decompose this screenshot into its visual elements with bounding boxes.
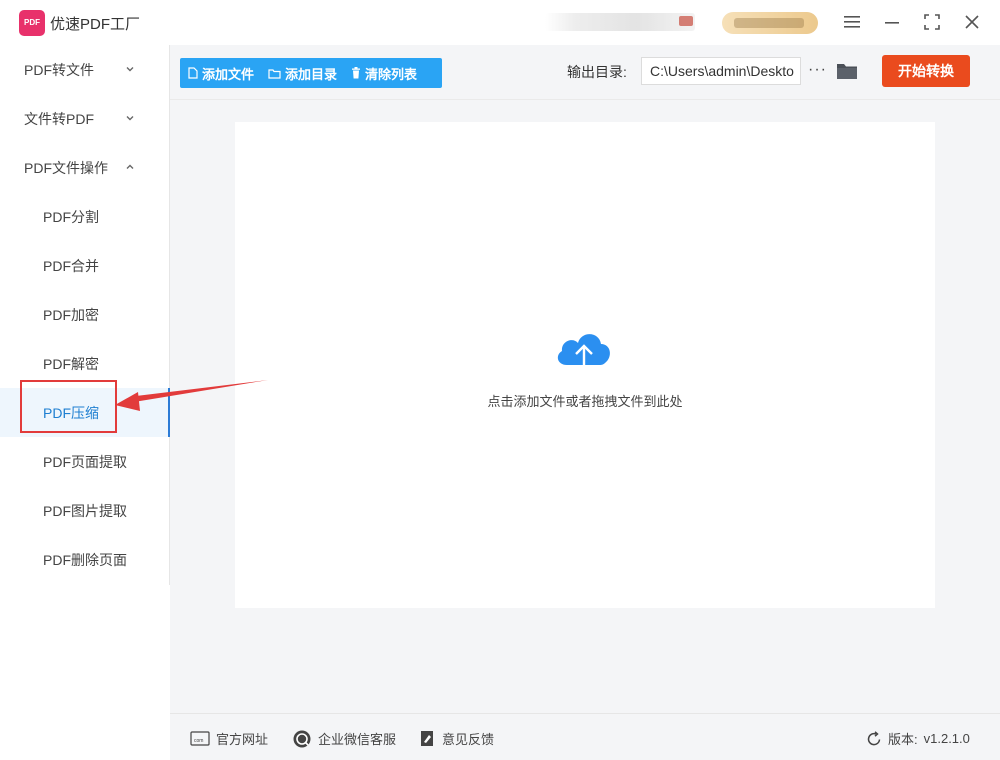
app-title: 优速PDF工厂 [50, 16, 141, 33]
feedback-icon [421, 731, 433, 746]
website-icon: com [190, 731, 210, 746]
sidebar: PDF转文件 文件转PDF PDF文件操作 PDF分割 PDF合并 PDF加密 … [0, 45, 170, 585]
minimize-icon[interactable] [880, 10, 904, 34]
sidebar-group-label: 文件转PDF [24, 110, 94, 127]
website-link[interactable]: com 官方网址 [190, 729, 268, 748]
add-folder-button[interactable]: 添加目录 [268, 58, 351, 88]
clear-list-button[interactable]: 清除列表 [351, 58, 431, 88]
start-convert-button[interactable]: 开始转换 [882, 55, 970, 87]
file-dropzone[interactable]: 点击添加文件或者拖拽文件到此处 [235, 122, 935, 608]
sidebar-item-pdf-page-extract[interactable]: PDF页面提取 [0, 437, 169, 486]
feedback-link[interactable]: 意见反馈 [420, 729, 494, 748]
file-icon [188, 67, 198, 79]
sidebar-item-label: PDF加密 [43, 306, 99, 323]
app-logo-icon: PDF [19, 10, 45, 36]
version-label: 版本: [888, 732, 918, 747]
close-icon[interactable] [960, 10, 984, 34]
sidebar-item-pdf-encrypt[interactable]: PDF加密 [0, 290, 169, 339]
menu-icon[interactable] [840, 10, 864, 34]
dropzone-hint: 点击添加文件或者拖拽文件到此处 [487, 394, 683, 409]
annotation-highlight-box [20, 380, 117, 433]
wechat-label: 企业微信客服 [318, 732, 397, 747]
browse-more-button[interactable]: ··· [808, 61, 827, 79]
add-file-label: 添加文件 [202, 66, 255, 82]
sidebar-item-pdf-delete-pages[interactable]: PDF删除页面 [0, 535, 169, 584]
footer: com 官方网址 企业微信客服 意见反馈 版本: v1.2.1.0 [170, 713, 1000, 760]
folder-outline-icon [268, 68, 281, 79]
version-info[interactable]: 版本: v1.2.1.0 [866, 729, 970, 748]
sidebar-item-label: PDF解密 [43, 355, 99, 372]
clear-list-label: 清除列表 [365, 66, 418, 82]
add-file-button[interactable]: 添加文件 [188, 58, 268, 88]
sidebar-group-file-to-pdf[interactable]: 文件转PDF [0, 94, 169, 143]
folder-icon[interactable] [836, 62, 858, 85]
trash-icon [352, 67, 361, 79]
output-dir-input[interactable]: C:\Users\admin\Deskto [641, 57, 801, 85]
maximize-icon[interactable] [920, 10, 944, 34]
sidebar-item-pdf-split[interactable]: PDF分割 [0, 192, 169, 241]
sidebar-group-pdf-to-file[interactable]: PDF转文件 [0, 45, 169, 94]
sidebar-item-label: PDF分割 [43, 208, 99, 225]
refresh-icon [867, 730, 881, 745]
sidebar-item-label: PDF图片提取 [43, 502, 127, 519]
website-label: 官方网址 [216, 732, 269, 747]
sidebar-item-label: PDF删除页面 [43, 551, 127, 568]
version-number: v1.2.1.0 [923, 731, 970, 746]
chevron-up-icon [126, 164, 134, 169]
chevron-down-icon [126, 116, 134, 121]
main-panel: 添加文件 添加目录 清除列表 输出目录: C:\Users\admin\Desk… [170, 45, 1000, 715]
add-folder-label: 添加目录 [285, 66, 338, 82]
promo-banner[interactable] [545, 13, 695, 31]
sidebar-group-label: PDF转文件 [24, 61, 94, 78]
chevron-down-icon [126, 67, 134, 72]
sidebar-item-pdf-image-extract[interactable]: PDF图片提取 [0, 486, 169, 535]
toolbar: 添加文件 添加目录 清除列表 输出目录: C:\Users\admin\Desk… [170, 45, 1000, 100]
cloud-upload-icon [557, 334, 610, 379]
svg-text:com: com [194, 738, 203, 744]
output-dir-label: 输出目录: [567, 64, 627, 80]
sidebar-group-pdf-operations[interactable]: PDF文件操作 [0, 143, 169, 192]
file-button-group: 添加文件 添加目录 清除列表 [180, 58, 442, 88]
sidebar-item-label: PDF合并 [43, 257, 99, 274]
title-bar: PDF 优速PDF工厂 [0, 0, 1000, 45]
sidebar-item-pdf-merge[interactable]: PDF合并 [0, 241, 169, 290]
vip-button[interactable] [722, 12, 818, 34]
sidebar-item-label: PDF页面提取 [43, 453, 127, 470]
wechat-icon [293, 730, 311, 747]
feedback-label: 意见反馈 [442, 732, 495, 747]
sidebar-group-label: PDF文件操作 [24, 159, 108, 176]
wechat-service-link[interactable]: 企业微信客服 [292, 729, 396, 748]
